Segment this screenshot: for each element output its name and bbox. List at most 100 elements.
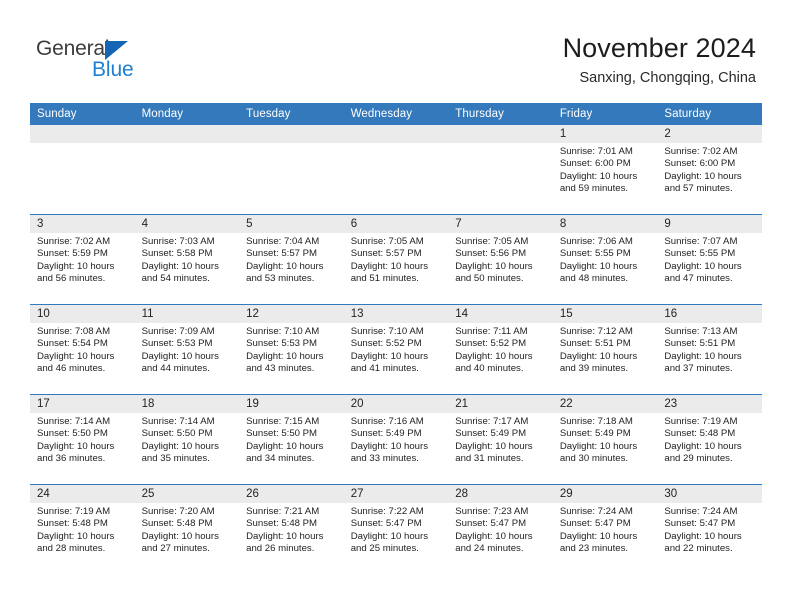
- daylight-text: Daylight: 10 hours and 47 minutes.: [664, 260, 742, 284]
- sunrise-text: Sunrise: 7:19 AM: [37, 506, 111, 517]
- sunrise-text: Sunrise: 7:10 AM: [246, 326, 320, 337]
- day-cell[interactable]: 3 Sunrise: 7:02 AM Sunset: 5:59 PM Daylight…: [30, 214, 135, 305]
- day-cell[interactable]: 9 Sunrise: 7:07 AM Sunset: 5:55 PM Daylight…: [657, 214, 762, 305]
- daylight-text: Daylight: 10 hours and 31 minutes.: [455, 440, 533, 464]
- day-details: Sunrise: 7:16 AM Sunset: 5:49 PM Daylight:…: [344, 413, 449, 465]
- title-block: November 2024 Sanxing, Chongqing, China: [563, 32, 756, 87]
- day-cell[interactable]: 8 Sunrise: 7:06 AM Sunset: 5:55 PM Daylight…: [552, 214, 658, 305]
- day-cell[interactable]: 18 Sunrise: 7:14 AM Sunset: 5:50 PM Dayligh…: [134, 394, 240, 485]
- sunrise-text: Sunrise: 7:08 AM: [37, 326, 111, 337]
- day-cell[interactable]: 22 Sunrise: 7:18 AM Sunset: 5:49 PM Dayligh…: [552, 394, 658, 485]
- calendar-week-row: 10 Sunrise: 7:08 AM Sunset: 5:54 PM Dayligh…: [30, 304, 762, 395]
- sunrise-text: Sunrise: 7:19 AM: [664, 416, 738, 427]
- sunset-text: Sunset: 5:59 PM: [37, 248, 108, 260]
- day-cell[interactable]: 25 Sunrise: 7:20 AM Sunset: 5:48 PM Dayligh…: [134, 484, 240, 574]
- sunset-text: Sunset: 6:00 PM: [664, 158, 736, 170]
- day-cell[interactable]: 30 Sunrise: 7:24 AM Sunset: 5:47 PM Dayligh…: [657, 484, 762, 574]
- sunrise-text: Sunrise: 7:05 AM: [350, 236, 424, 247]
- sunset-text: Sunset: 5:48 PM: [664, 428, 736, 440]
- generalblue-logo[interactable]: General Blue: [36, 38, 156, 86]
- day-cell[interactable]: 20 Sunrise: 7:16 AM Sunset: 5:49 PM Dayligh…: [343, 394, 449, 485]
- day-number: 23: [657, 395, 762, 413]
- day-details: Sunrise: 7:18 AM Sunset: 5:49 PM Daylight:…: [553, 413, 658, 465]
- day-details: Sunrise: 7:05 AM Sunset: 5:57 PM Daylight:…: [344, 233, 449, 285]
- day-cell[interactable]: 28 Sunrise: 7:23 AM Sunset: 5:47 PM Dayligh…: [448, 484, 553, 574]
- page-header: General Blue November 2024 Sanxing, Chon…: [0, 0, 792, 103]
- sunset-text: Sunset: 5:57 PM: [246, 248, 318, 260]
- day-details: Sunrise: 7:02 AM Sunset: 5:59 PM Daylight:…: [30, 233, 135, 285]
- day-details: Sunrise: 7:09 AM Sunset: 5:53 PM Daylight:…: [135, 323, 240, 375]
- day-cell[interactable]: 19 Sunrise: 7:15 AM Sunset: 5:50 PM Dayligh…: [239, 394, 344, 485]
- day-details: Sunrise: 7:08 AM Sunset: 5:54 PM Daylight:…: [30, 323, 135, 375]
- sunrise-text: Sunrise: 7:10 AM: [350, 326, 424, 337]
- daylight-text: Daylight: 10 hours and 28 minutes.: [37, 530, 115, 554]
- day-cell[interactable]: 21 Sunrise: 7:17 AM Sunset: 5:49 PM Dayligh…: [448, 394, 553, 485]
- daylight-text: Daylight: 10 hours and 23 minutes.: [559, 530, 638, 554]
- day-details: Sunrise: 7:23 AM Sunset: 5:47 PM Daylight:…: [448, 503, 553, 555]
- weekday-header-tuesday: Tuesday: [239, 103, 344, 125]
- weekday-header-friday: Friday: [552, 103, 658, 125]
- day-number: 11: [134, 305, 240, 323]
- sunrise-text: Sunrise: 7:21 AM: [246, 506, 320, 517]
- day-cell[interactable]: 10 Sunrise: 7:08 AM Sunset: 5:54 PM Dayligh…: [30, 304, 135, 395]
- sunset-text: Sunset: 5:51 PM: [559, 338, 631, 350]
- day-cell[interactable]: 4 Sunrise: 7:03 AM Sunset: 5:58 PM Daylight…: [134, 214, 240, 305]
- day-number: [448, 125, 553, 143]
- daylight-text: Daylight: 10 hours and 48 minutes.: [559, 260, 638, 284]
- sunrise-text: Sunrise: 7:23 AM: [455, 506, 529, 517]
- day-cell[interactable]: 5 Sunrise: 7:04 AM Sunset: 5:57 PM Daylight…: [239, 214, 344, 305]
- day-number: [343, 125, 449, 143]
- day-number: 13: [343, 305, 449, 323]
- day-cell[interactable]: 26 Sunrise: 7:21 AM Sunset: 5:48 PM Dayligh…: [239, 484, 344, 574]
- day-number: [239, 125, 344, 143]
- day-number: 20: [343, 395, 449, 413]
- day-details: Sunrise: 7:02 AM Sunset: 6:00 PM Daylight:…: [657, 143, 762, 195]
- daylight-text: Daylight: 10 hours and 59 minutes.: [559, 170, 638, 194]
- sunset-text: Sunset: 5:47 PM: [664, 518, 736, 530]
- day-details: Sunrise: 7:10 AM Sunset: 5:52 PM Daylight:…: [344, 323, 449, 375]
- sunset-text: Sunset: 5:55 PM: [559, 248, 631, 260]
- day-cell[interactable]: 17 Sunrise: 7:14 AM Sunset: 5:50 PM Dayligh…: [30, 394, 135, 485]
- day-details: Sunrise: 7:03 AM Sunset: 5:58 PM Daylight:…: [135, 233, 240, 285]
- day-details: Sunrise: 7:14 AM Sunset: 5:50 PM Daylight:…: [135, 413, 240, 465]
- sunrise-text: Sunrise: 7:01 AM: [559, 146, 633, 157]
- day-number: 10: [30, 305, 135, 323]
- daylight-text: Daylight: 10 hours and 57 minutes.: [664, 170, 742, 194]
- sunset-text: Sunset: 5:56 PM: [455, 248, 527, 260]
- daylight-text: Daylight: 10 hours and 56 minutes.: [37, 260, 115, 284]
- day-cell[interactable]: 11 Sunrise: 7:09 AM Sunset: 5:53 PM Dayligh…: [134, 304, 240, 395]
- page-title: November 2024: [562, 33, 756, 63]
- sunrise-text: Sunrise: 7:05 AM: [455, 236, 529, 247]
- day-cell[interactable]: 14 Sunrise: 7:11 AM Sunset: 5:52 PM Dayligh…: [448, 304, 553, 395]
- day-cell[interactable]: 29 Sunrise: 7:24 AM Sunset: 5:47 PM Dayligh…: [552, 484, 658, 574]
- day-cell[interactable]: 2 Sunrise: 7:02 AM Sunset: 6:00 PM Daylight…: [657, 125, 762, 215]
- day-cell[interactable]: 16 Sunrise: 7:13 AM Sunset: 5:51 PM Dayligh…: [657, 304, 762, 395]
- sunset-text: Sunset: 5:47 PM: [350, 518, 422, 530]
- day-number: 21: [448, 395, 553, 413]
- weekday-header-thursday: Thursday: [448, 103, 553, 125]
- day-cell[interactable]: 15 Sunrise: 7:12 AM Sunset: 5:51 PM Dayligh…: [552, 304, 658, 395]
- day-details: Sunrise: 7:19 AM Sunset: 5:48 PM Daylight:…: [657, 413, 762, 465]
- day-number: 12: [239, 305, 344, 323]
- day-cell[interactable]: 1 Sunrise: 7:01 AM Sunset: 6:00 PM Daylight…: [552, 125, 658, 215]
- daylight-text: Daylight: 10 hours and 30 minutes.: [559, 440, 638, 464]
- daylight-text: Daylight: 10 hours and 35 minutes.: [141, 440, 219, 464]
- daylight-text: Daylight: 10 hours and 41 minutes.: [350, 350, 429, 374]
- sunset-text: Sunset: 5:53 PM: [246, 338, 318, 350]
- day-cell[interactable]: 7 Sunrise: 7:05 AM Sunset: 5:56 PM Daylight…: [448, 214, 553, 305]
- day-number: 16: [657, 305, 762, 323]
- day-cell[interactable]: 13 Sunrise: 7:10 AM Sunset: 5:52 PM Dayligh…: [343, 304, 449, 395]
- sunset-text: Sunset: 5:55 PM: [664, 248, 736, 260]
- day-number: 28: [448, 485, 553, 503]
- sunset-text: Sunset: 5:48 PM: [141, 518, 213, 530]
- day-cell[interactable]: 24 Sunrise: 7:19 AM Sunset: 5:48 PM Dayligh…: [30, 484, 135, 574]
- daylight-text: Daylight: 10 hours and 46 minutes.: [37, 350, 115, 374]
- day-cell[interactable]: 27 Sunrise: 7:22 AM Sunset: 5:47 PM Dayligh…: [343, 484, 449, 574]
- day-cell[interactable]: 12 Sunrise: 7:10 AM Sunset: 5:53 PM Dayligh…: [239, 304, 344, 395]
- sunrise-text: Sunrise: 7:16 AM: [350, 416, 424, 427]
- sunset-text: Sunset: 5:49 PM: [350, 428, 422, 440]
- day-details: Sunrise: 7:24 AM Sunset: 5:47 PM Daylight:…: [657, 503, 762, 555]
- day-cell[interactable]: 23 Sunrise: 7:19 AM Sunset: 5:48 PM Dayligh…: [657, 394, 762, 485]
- day-cell[interactable]: 6 Sunrise: 7:05 AM Sunset: 5:57 PM Daylight…: [343, 214, 449, 305]
- weekday-header-sunday: Sunday: [30, 103, 135, 125]
